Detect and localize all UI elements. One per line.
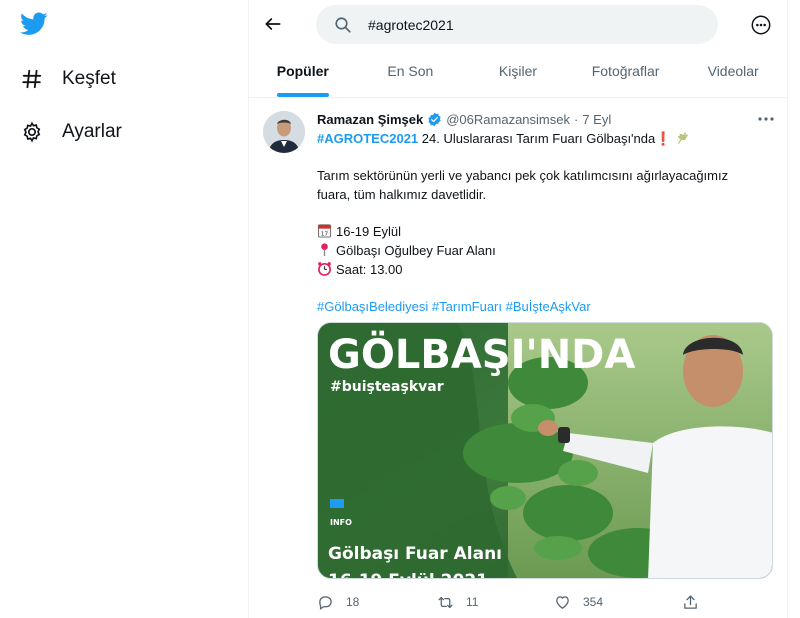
author-handle[interactable]: @06Ramazansimsek: [446, 112, 570, 127]
tab-popular[interactable]: Popüler: [249, 52, 357, 97]
twitter-bird-icon[interactable]: [20, 12, 48, 36]
share-button[interactable]: [682, 594, 699, 611]
back-button[interactable]: [261, 12, 285, 36]
poster-headline: GÖLBAŞI'NDA: [328, 330, 635, 378]
event-date-line: 17 16-19 Eylül: [317, 222, 775, 241]
tab-label: Kişiler: [498, 63, 538, 79]
poster-tag: #buişteaşkvar: [330, 379, 444, 395]
tweet-text: Tarım sektörünün yerli ve yabancı pek ço…: [317, 168, 729, 183]
gear-icon: [20, 120, 44, 144]
avatar[interactable]: [263, 111, 305, 153]
sidebar-item-settings[interactable]: Ayarlar: [20, 117, 122, 147]
hashtag-link[interactable]: #AGROTEC2021: [317, 131, 418, 146]
search-tabs: Popüler En Son Kişiler Fotoğraflar Video…: [249, 52, 787, 98]
retweet-button[interactable]: 11: [437, 594, 478, 611]
hashtag-link[interactable]: #BuİşteAşkVar: [506, 299, 591, 314]
tab-label: Fotoğraflar: [591, 63, 660, 79]
arrow-left-icon: [265, 18, 281, 30]
tweet-line-1: #AGROTEC2021 24. Uluslararası Tarım Fuar…: [317, 129, 775, 148]
tweet-paragraph: Tarım sektörünün yerli ve yabancı pek ço…: [317, 166, 775, 204]
tweet[interactable]: Ramazan Şimşek @06Ramazansimsek · 7 Eyl …: [249, 99, 787, 618]
tab-label: En Son: [387, 63, 434, 79]
search-input[interactable]: [368, 16, 688, 33]
reply-button[interactable]: 18: [317, 594, 359, 611]
column-divider: [787, 0, 788, 618]
tweet-actions: 18 11 354: [317, 592, 737, 612]
retweet-count: 11: [466, 595, 479, 609]
event-details: 17 16-19 Eylül Gölbaşı Oğulbey Fuar Alanı…: [317, 222, 775, 279]
tweet-content: Ramazan Şimşek @06Ramazansimsek · 7 Eyl …: [317, 109, 775, 316]
tweet-time[interactable]: 7 Eyl: [582, 112, 611, 127]
more-options-button[interactable]: [748, 12, 774, 38]
hashtag-icon: [20, 67, 44, 91]
verified-badge-icon: [428, 112, 441, 126]
like-count: 354: [583, 595, 604, 609]
wheat-icon: [678, 132, 688, 144]
active-tab-indicator: [276, 93, 329, 97]
left-sidebar: Keşfet Ayarlar: [0, 0, 248, 618]
sidebar-item-label: Ayarlar: [62, 121, 122, 142]
author-name[interactable]: Ramazan Şimşek: [317, 112, 423, 127]
like-button[interactable]: 354: [554, 594, 603, 611]
event-place: Gölbaşı Oğulbey Fuar Alanı: [336, 243, 496, 258]
separator-dot: ·: [573, 111, 579, 127]
search-box[interactable]: [316, 5, 718, 44]
hashtag-link[interactable]: #TarımFuarı: [432, 299, 502, 314]
tab-latest[interactable]: En Son: [357, 52, 465, 97]
tweet-text: fuara, tüm halkımız davetlidir.: [317, 187, 487, 202]
retweet-icon: [438, 596, 453, 608]
poster-caption: Gölbaşı Fuar Alanı: [328, 544, 502, 564]
poster-date-caption: 16-19 Eylül 2021: [328, 571, 488, 579]
alarm-clock-icon: [318, 262, 331, 276]
tweet-media-image[interactable]: GÖLBAŞI'NDA #buişteaşkvar INFO Gölbaşı F…: [317, 322, 773, 579]
reply-count: 18: [346, 595, 360, 609]
event-place-line: Gölbaşı Oğulbey Fuar Alanı: [317, 241, 775, 260]
tab-label: Videolar: [707, 63, 759, 79]
sidebar-item-explore[interactable]: Keşfet: [20, 64, 116, 94]
search-header: [249, 0, 787, 50]
tweet-hashtags: #GölbaşıBelediyesi #TarımFuarı #BuİşteAş…: [317, 297, 775, 316]
heart-icon: [556, 595, 569, 609]
share-icon: [684, 594, 697, 609]
svg-text:17: 17: [321, 232, 329, 238]
event-time-line: Saat: 13.00: [317, 260, 775, 279]
tab-people[interactable]: Kişiler: [464, 52, 572, 97]
main-column: Popüler En Son Kişiler Fotoğraflar Video…: [249, 0, 787, 618]
reply-icon: [319, 595, 332, 610]
calendar-icon: 17: [317, 224, 332, 238]
event-time: Saat: 13.00: [336, 262, 403, 277]
more-circle-icon: [751, 15, 771, 35]
tab-photos[interactable]: Fotoğraflar: [572, 52, 680, 97]
tab-videos[interactable]: Videolar: [679, 52, 787, 97]
search-icon: [335, 16, 351, 33]
poster-logo-text: INFO: [330, 518, 352, 527]
poster-logo-mark: [330, 499, 344, 508]
hashtag-link[interactable]: #GölbaşıBelediyesi: [317, 299, 428, 314]
event-poster-image: GÖLBAŞI'NDA #buişteaşkvar INFO Gölbaşı F…: [318, 323, 772, 579]
tweet-text: 24. Uluslararası Tarım Fuarı Gölbaşı'nda…: [418, 131, 672, 146]
event-date: 16-19 Eylül: [336, 224, 402, 239]
pin-icon: [321, 243, 328, 257]
sidebar-item-label: Keşfet: [62, 68, 116, 89]
tab-label: Popüler: [276, 63, 329, 79]
tweet-header: Ramazan Şimşek @06Ramazansimsek · 7 Eyl: [317, 109, 775, 129]
